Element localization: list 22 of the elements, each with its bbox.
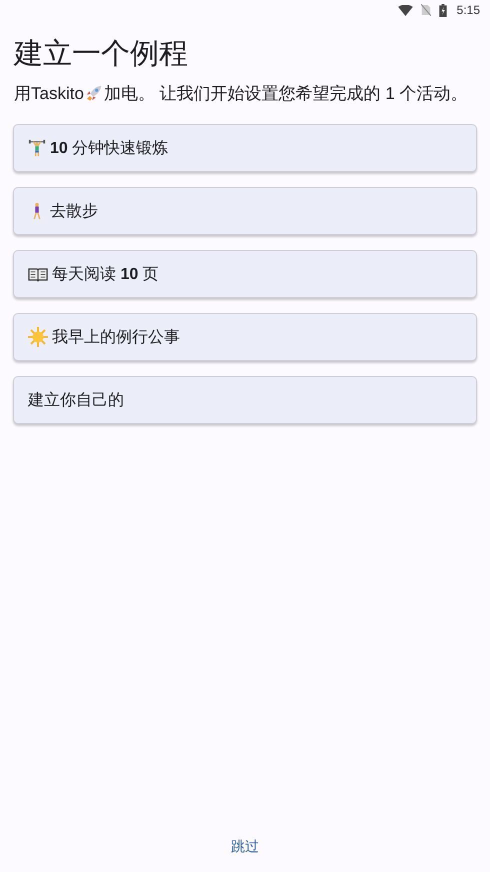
intro-text: 加电。 让我们开始设置您希望完成的 1 个活动。 (104, 84, 468, 103)
skip-link[interactable]: 跳过 (231, 838, 259, 856)
intro-text: 用Taskito (14, 84, 84, 103)
no-sim-icon (420, 4, 431, 16)
open-book-icon (28, 266, 48, 282)
routine-label: 10 分钟快速锻炼 (50, 138, 168, 158)
weightlifter-icon (28, 139, 46, 157)
routine-option[interactable]: 10 分钟快速锻炼 (13, 124, 477, 172)
routine-option[interactable]: 去散步 (13, 187, 477, 235)
page-title: 建立一个例程 (14, 35, 189, 72)
sun-icon (28, 327, 48, 347)
routine-label: 去散步 (50, 202, 98, 222)
routine-label: 每天阅读 10 页 (52, 264, 159, 284)
battery-charging-icon (438, 4, 447, 16)
routine-option[interactable]: 我早上的例行公事 (13, 313, 477, 361)
clock-time: 5:15 (456, 3, 480, 17)
routine-option[interactable]: 每天阅读 10 页 (13, 250, 477, 298)
rocket-icon (84, 84, 103, 102)
routine-label: 我早上的例行公事 (52, 328, 180, 348)
routine-label: 建立你自己的 (28, 390, 124, 410)
routine-option[interactable]: 建立你自己的 (13, 376, 477, 424)
wifi-icon (398, 4, 413, 16)
